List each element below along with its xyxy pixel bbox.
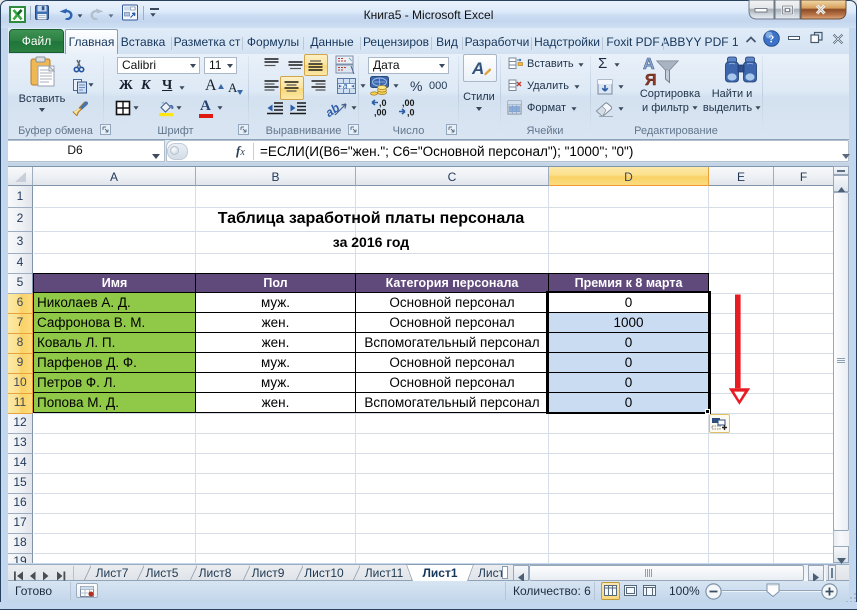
- svg-text:,0: ,0: [407, 108, 415, 118]
- svg-text:,00: ,00: [402, 98, 415, 108]
- svg-text:,0: ,0: [379, 98, 387, 108]
- svg-text:А: А: [471, 59, 484, 78]
- svg-text:А: А: [643, 56, 655, 73]
- svg-text:Я: Я: [645, 72, 657, 86]
- svg-text:?: ?: [769, 34, 775, 46]
- svg-text:,00: ,00: [374, 108, 387, 118]
- svg-text:a: a: [343, 82, 348, 91]
